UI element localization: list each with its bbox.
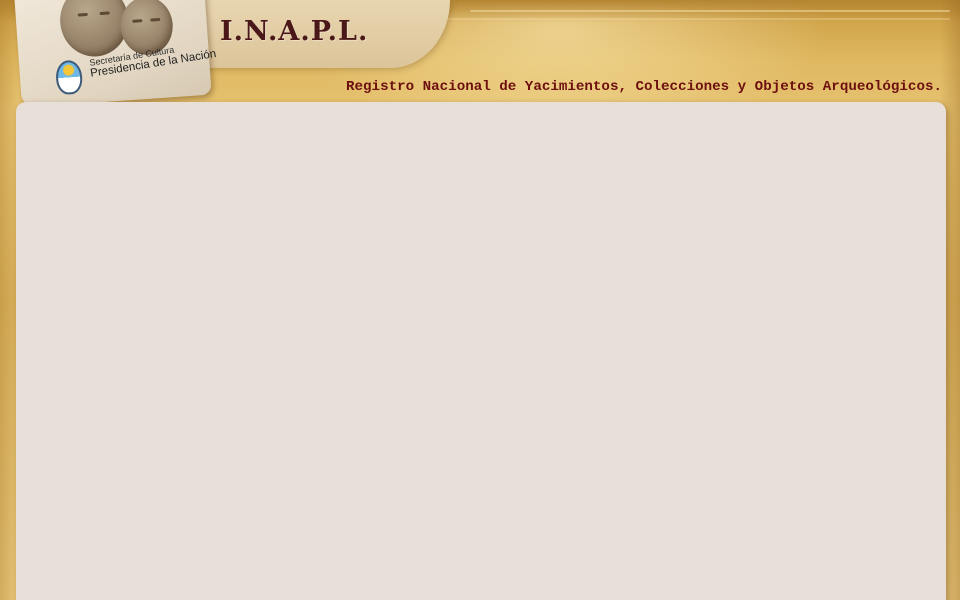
header-ridge [430,18,950,20]
archaeological-face-icon [57,0,131,59]
header-ridge [470,10,950,12]
argentina-coat-of-arms-icon [54,59,84,96]
site-subtitle: Registro Nacional de Yacimientos, Colecc… [346,79,942,95]
main-content-panel [16,102,946,600]
logo-card[interactable]: Secretaría de Cultura Presidencia de la … [14,0,217,108]
site-title: I.N.A.P.L. [220,16,369,47]
